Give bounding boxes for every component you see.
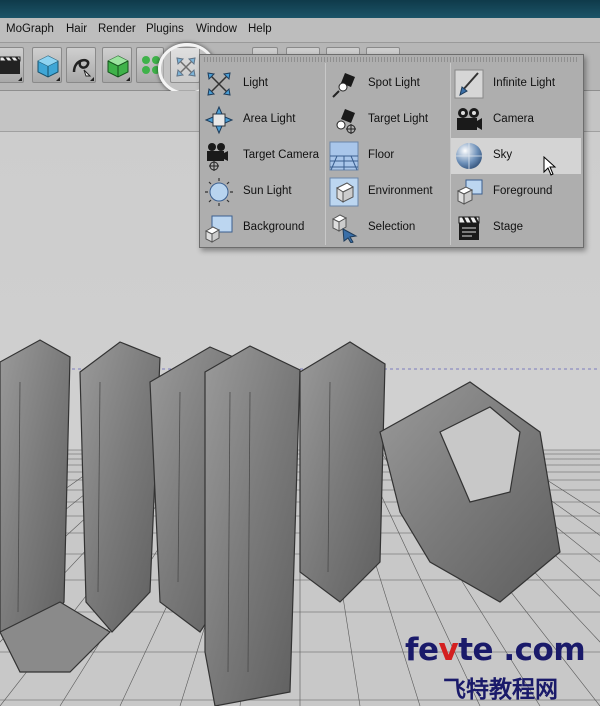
menu-drag-grip[interactable] [204, 57, 579, 62]
infinite-light-icon [454, 69, 484, 99]
primitive-cube-button[interactable] [32, 47, 62, 83]
menu-item-light[interactable]: Light [201, 66, 325, 102]
light-objects-menu: Light Spot Light Infinite Light Area Lig… [199, 54, 584, 248]
watermark-subtitle: 飞特教程网 [443, 677, 558, 703]
green-cube-icon [107, 55, 129, 78]
menu-item-environment[interactable]: Environment [326, 174, 450, 210]
selection-icon [331, 214, 358, 243]
sky-icon [456, 143, 482, 169]
environment-icon [329, 177, 359, 207]
menu-item-sky[interactable]: Sky [451, 138, 581, 176]
background-icon [204, 215, 233, 243]
stage-icon [458, 216, 480, 240]
menu-item-spot-light[interactable]: Spot Light [326, 66, 450, 102]
area-light-icon [204, 105, 234, 135]
target-camera-icon [207, 143, 228, 171]
menu-render[interactable]: Render [98, 23, 136, 35]
watermark: fevte .com 飞特教程网 [405, 632, 595, 703]
mouse-cursor-icon [543, 156, 557, 176]
floor-icon [329, 141, 359, 171]
menu-item-area-light[interactable]: Area Light [201, 102, 325, 138]
menu-bar: MoGraph Hair Render Plugins Window Help [0, 18, 600, 43]
menu-plugins[interactable]: Plugins [146, 23, 184, 35]
window-title-bar [0, 0, 600, 18]
cube-icon [37, 55, 59, 78]
light-icon [207, 72, 231, 96]
menu-item-stage[interactable]: Stage [451, 210, 581, 246]
camera-icon [457, 108, 482, 130]
menu-item-target-light[interactable]: Target Light [326, 102, 450, 138]
menu-item-foreground[interactable]: Foreground [451, 174, 581, 210]
menu-item-sun-light[interactable]: Sun Light [201, 174, 325, 210]
menu-item-selection[interactable]: Selection [326, 210, 450, 246]
render-button[interactable] [0, 47, 24, 83]
target-light-icon [336, 109, 356, 134]
menu-item-target-camera[interactable]: Target Camera [201, 138, 325, 174]
menu-item-background[interactable]: Background [201, 210, 325, 246]
spline-pen-icon [72, 58, 92, 77]
menu-help[interactable]: Help [248, 23, 272, 35]
menu-item-infinite-light[interactable]: Infinite Light [451, 66, 581, 102]
nurbs-button[interactable] [102, 47, 132, 83]
sun-light-icon [205, 178, 233, 206]
menu-hair[interactable]: Hair [66, 23, 87, 35]
clapper-icon [0, 56, 21, 74]
watermark-logo: fevte .com [405, 632, 586, 668]
spot-light-icon [332, 73, 355, 98]
spline-button[interactable] [66, 47, 96, 83]
menu-window[interactable]: Window [196, 23, 237, 35]
foreground-icon [456, 179, 483, 205]
menu-item-floor[interactable]: Floor [326, 138, 450, 174]
menu-mograph[interactable]: MoGraph [6, 23, 54, 35]
menu-item-camera[interactable]: Camera [451, 102, 581, 138]
